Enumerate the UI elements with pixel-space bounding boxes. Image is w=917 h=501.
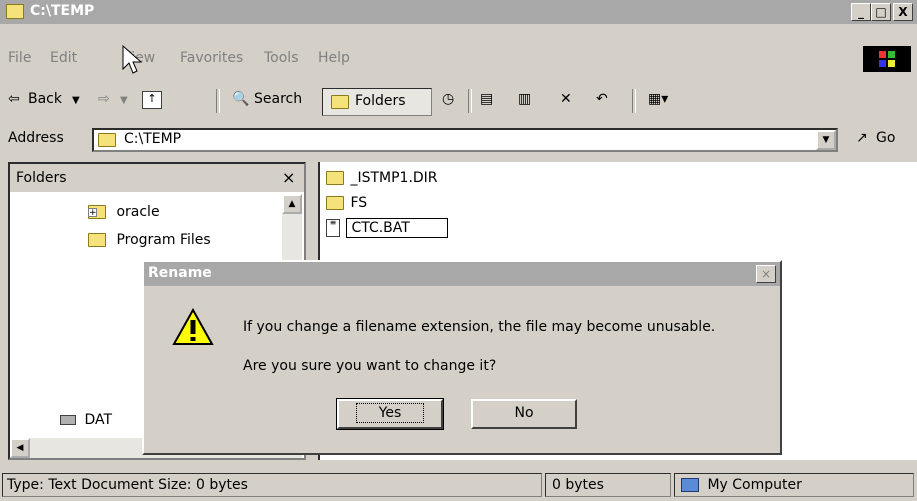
- menu-edit[interactable]: Edit: [50, 50, 77, 66]
- folders-icon: [331, 95, 349, 109]
- address-label: Address: [8, 130, 64, 146]
- my-computer-icon: [681, 478, 699, 492]
- menu-help[interactable]: Help: [318, 50, 350, 66]
- views-button[interactable]: ▦▾: [648, 91, 668, 107]
- window-title-bar: C:\TEMP _ □ X: [0, 0, 917, 24]
- no-button[interactable]: No: [471, 399, 577, 429]
- menu-file[interactable]: File: [8, 50, 31, 66]
- window-title: C:\TEMP: [30, 3, 95, 19]
- folders-pane-close-button[interactable]: ×: [282, 168, 295, 187]
- minimize-button[interactable]: _: [851, 3, 871, 21]
- status-bar: Type: Text Document Size: 0 bytes 0 byte…: [0, 470, 917, 501]
- dialog-title: Rename: [148, 265, 212, 281]
- maximize-button[interactable]: □: [871, 3, 891, 21]
- folders-label: Folders: [355, 93, 406, 109]
- address-input[interactable]: C:\TEMP: [92, 128, 838, 152]
- rename-dialog: Rename × If you change a filename extens…: [142, 260, 782, 455]
- tree-item-program-files[interactable]: Program Files: [88, 232, 211, 248]
- status-size: 0 bytes: [545, 473, 671, 497]
- folders-pane-title: Folders: [16, 170, 67, 186]
- expand-icon[interactable]: +: [88, 208, 97, 218]
- address-bar: Address C:\TEMP ▼ ↗ Go: [0, 124, 917, 156]
- drive-icon: [60, 415, 76, 425]
- forward-button[interactable]: ⇨: [98, 91, 110, 107]
- tree-item-label: Program Files: [116, 232, 211, 248]
- tree-item-label: DAT: [84, 412, 113, 428]
- tree-item-dat[interactable]: DAT: [60, 412, 112, 428]
- folder-icon: [98, 133, 116, 147]
- dialog-question: Are you sure you want to change it?: [243, 358, 497, 374]
- status-zone: My Computer: [674, 473, 914, 497]
- file-item[interactable]: FS: [326, 195, 367, 211]
- yes-button-label: Yes: [355, 403, 425, 423]
- history-button[interactable]: ◷: [442, 91, 454, 107]
- status-zone-label: My Computer: [707, 477, 802, 493]
- address-value: C:\TEMP: [124, 131, 182, 147]
- copy-to-button[interactable]: ▥: [518, 91, 531, 107]
- back-button[interactable]: Back: [28, 91, 62, 107]
- search-icon: 🔍: [232, 91, 250, 107]
- file-item[interactable]: _ISTMP1.DIR: [326, 170, 438, 186]
- standard-toolbar: ⇦ Back ▼ ⇨ ▼ ↑ 🔍 Search Folders ◷ ▤ ▥ ✕ …: [0, 85, 917, 119]
- go-button[interactable]: Go: [876, 130, 895, 146]
- address-dropdown-button[interactable]: ▼: [816, 130, 836, 150]
- scroll-left-button[interactable]: ◀: [10, 438, 30, 458]
- move-to-button[interactable]: ▤: [480, 91, 493, 107]
- folder-window-icon: [6, 4, 24, 19]
- folders-pane-header: Folders ×: [10, 164, 304, 192]
- folder-icon: [88, 233, 106, 247]
- warning-icon: [172, 308, 214, 345]
- up-folder-button[interactable]: ↑: [142, 91, 162, 109]
- scroll-up-button[interactable]: ▲: [282, 194, 302, 214]
- rename-edit-box[interactable]: CTC.BAT: [346, 218, 449, 238]
- folder-icon: [326, 171, 344, 185]
- go-arrow-icon: ↗: [856, 130, 868, 146]
- dialog-message: If you change a filename extension, the …: [243, 319, 716, 335]
- close-button[interactable]: X: [893, 3, 913, 21]
- tree-item-oracle[interactable]: oracle: [88, 204, 160, 220]
- search-button[interactable]: Search: [254, 91, 302, 107]
- file-name: _ISTMP1.DIR: [350, 170, 438, 186]
- mouse-cursor-icon: [122, 45, 142, 74]
- back-arrow-icon: ⇦: [8, 91, 20, 107]
- windows-logo-icon: [863, 46, 911, 72]
- undo-button[interactable]: ↶: [596, 91, 608, 107]
- back-dropdown-icon[interactable]: ▼: [72, 95, 80, 106]
- tree-item-label: oracle: [116, 204, 160, 220]
- menu-favorites[interactable]: Favorites: [180, 50, 243, 66]
- no-button-label: No: [514, 405, 534, 421]
- menu-tools[interactable]: Tools: [264, 50, 299, 66]
- yes-button[interactable]: Yes: [336, 398, 444, 430]
- file-item-renaming[interactable]: ≡ CTC.BAT: [326, 218, 449, 238]
- dialog-title-bar: Rename ×: [144, 262, 780, 286]
- forward-dropdown-icon[interactable]: ▼: [120, 95, 128, 106]
- dialog-close-button[interactable]: ×: [756, 265, 776, 283]
- text-document-icon: ≡: [326, 219, 340, 237]
- folders-button[interactable]: Folders: [322, 88, 432, 116]
- file-name: FS: [350, 195, 368, 211]
- folder-icon: [326, 196, 344, 210]
- status-type: Type: Text Document Size: 0 bytes: [2, 473, 542, 497]
- delete-button[interactable]: ✕: [560, 91, 572, 107]
